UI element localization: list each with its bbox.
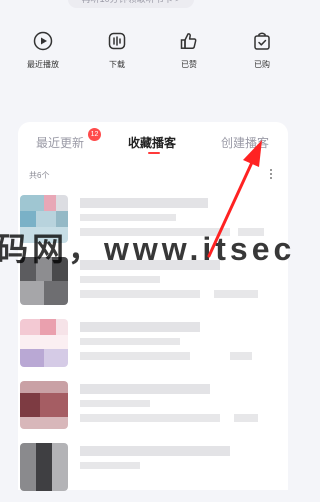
purchased-bag-icon [254, 32, 270, 50]
download-button[interactable]: 下载 [87, 30, 147, 70]
podcast-cover [20, 319, 68, 367]
listen-reward-banner[interactable]: 再听10分钟领取听书卡 > [68, 0, 194, 8]
tab-recent-updates[interactable]: 最近更新 [36, 134, 84, 151]
recent-updates-badge: 12 [88, 128, 101, 141]
list-item[interactable] [18, 254, 288, 316]
podcast-cover [20, 443, 68, 491]
tab-favorite-podcasts[interactable]: 收藏播客 [128, 134, 176, 151]
play-circle-icon [33, 31, 53, 51]
list-item[interactable] [18, 192, 288, 254]
download-icon [108, 32, 126, 50]
active-tab-indicator [148, 152, 160, 154]
recent-play-label: 最近播放 [27, 60, 59, 69]
tab-created-podcasts[interactable]: 创建播客 [221, 134, 269, 151]
list-item[interactable] [18, 378, 288, 440]
list-item[interactable] [18, 440, 288, 502]
more-options-icon[interactable] [268, 167, 274, 181]
list-item[interactable] [18, 316, 288, 378]
download-label: 下载 [109, 60, 125, 69]
liked-button[interactable]: 已赞 [159, 30, 219, 70]
recent-play-button[interactable]: 最近播放 [13, 30, 73, 70]
podcast-tabs: 最近更新 12 收藏播客 创建播客 [18, 122, 288, 158]
podcast-cover [20, 195, 68, 243]
podcast-card: 最近更新 12 收藏播客 创建播客 共6个 [18, 122, 288, 491]
podcast-list [18, 192, 288, 502]
purchased-label: 已购 [254, 60, 270, 69]
thumbs-up-icon [180, 33, 197, 49]
quick-actions-bar: 最近播放 下载 已赞 已购 [0, 30, 308, 74]
podcast-cover [20, 257, 68, 305]
purchased-button[interactable]: 已购 [232, 30, 292, 70]
podcast-cover [20, 381, 68, 429]
podcast-count: 共6个 [29, 171, 50, 180]
liked-label: 已赞 [181, 60, 197, 69]
